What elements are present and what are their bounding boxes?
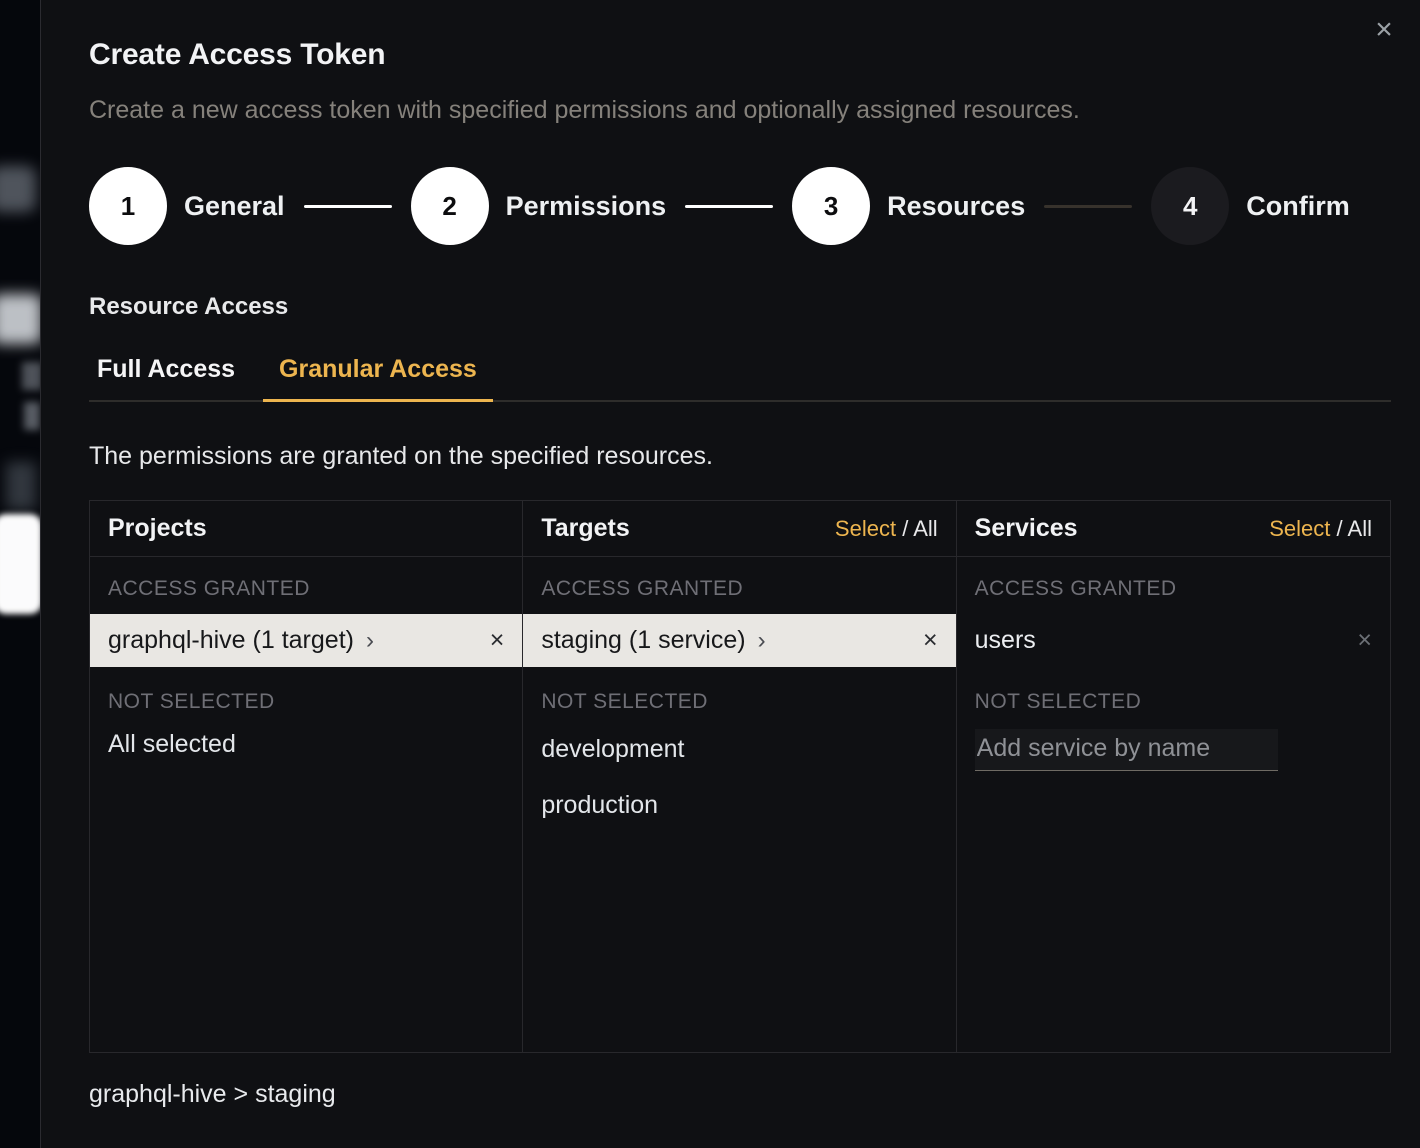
add-service-input[interactable] bbox=[975, 729, 1278, 771]
step-label: Confirm bbox=[1246, 191, 1350, 222]
selected-project-label: graphql-hive (1 target) bbox=[108, 626, 354, 655]
selected-service-label: users bbox=[975, 626, 1036, 655]
step-label: Permissions bbox=[506, 191, 667, 222]
step-permissions[interactable]: 2 Permissions bbox=[411, 167, 667, 245]
create-access-token-modal: × Create Access Token Create a new acces… bbox=[40, 0, 1420, 1148]
step-number-badge: 3 bbox=[792, 167, 870, 245]
selected-target-label: staging (1 service) bbox=[541, 626, 745, 655]
projects-header-label: Projects bbox=[108, 514, 207, 543]
step-general[interactable]: 1 General bbox=[89, 167, 285, 245]
background-blur-blob bbox=[0, 166, 36, 212]
access-tabs: Full Access Granular Access bbox=[89, 355, 1391, 402]
step-number-badge: 2 bbox=[411, 167, 489, 245]
step-label: Resources bbox=[887, 191, 1025, 222]
page-title: Create Access Token bbox=[89, 38, 1392, 72]
targets-select-all[interactable]: Select / All bbox=[835, 516, 938, 542]
permissions-description: The permissions are granted on the speci… bbox=[89, 442, 1392, 471]
access-granted-label: ACCESS GRANTED bbox=[975, 578, 1372, 600]
tab-granular-access[interactable]: Granular Access bbox=[263, 355, 493, 402]
targets-column: Targets Select / All ACCESS GRANTED stag… bbox=[523, 501, 956, 1052]
resource-selection-table: Projects ACCESS GRANTED graphql-hive (1 … bbox=[89, 500, 1391, 1053]
selected-service-row[interactable]: users × bbox=[957, 614, 1390, 667]
services-select-all[interactable]: Select / All bbox=[1269, 516, 1372, 542]
services-column-header: Services Select / All bbox=[957, 501, 1390, 557]
step-label: General bbox=[184, 191, 285, 222]
select-link[interactable]: Select bbox=[1269, 516, 1330, 541]
selected-target-row[interactable]: staging (1 service) › × bbox=[523, 614, 955, 667]
targets-header-label: Targets bbox=[541, 514, 629, 543]
services-column: Services Select / All ACCESS GRANTED use… bbox=[957, 501, 1390, 1052]
selected-project-row[interactable]: graphql-hive (1 target) › × bbox=[90, 614, 522, 667]
step-connector-inactive bbox=[1044, 205, 1132, 208]
access-granted-label: ACCESS GRANTED bbox=[541, 578, 937, 600]
not-selected-label: NOT SELECTED bbox=[541, 691, 937, 713]
remove-service-icon[interactable]: × bbox=[1357, 628, 1372, 653]
not-selected-label: NOT SELECTED bbox=[108, 691, 504, 713]
step-number-badge: 4 bbox=[1151, 167, 1229, 245]
wizard-stepper: 1 General 2 Permissions 3 Resources 4 Co… bbox=[89, 167, 1391, 245]
access-granted-label: ACCESS GRANTED bbox=[108, 578, 504, 600]
background-blur-blob bbox=[24, 402, 40, 430]
not-selected-label: NOT SELECTED bbox=[975, 691, 1372, 713]
all-link[interactable]: / All bbox=[1337, 516, 1372, 541]
background-blur-blob bbox=[22, 362, 40, 390]
select-link[interactable]: Select bbox=[835, 516, 896, 541]
projects-column-header: Projects bbox=[90, 501, 522, 557]
resource-access-heading: Resource Access bbox=[89, 293, 1392, 321]
background-blur-blob bbox=[0, 294, 40, 344]
targets-column-header: Targets Select / All bbox=[523, 501, 955, 557]
all-link[interactable]: / All bbox=[902, 516, 937, 541]
target-item-production[interactable]: production bbox=[541, 777, 937, 833]
services-header-label: Services bbox=[975, 514, 1078, 543]
background-blur-blob bbox=[6, 462, 36, 510]
step-number-badge: 1 bbox=[89, 167, 167, 245]
all-selected-note: All selected bbox=[108, 729, 504, 759]
step-connector bbox=[685, 205, 773, 208]
remove-target-icon[interactable]: × bbox=[923, 628, 938, 653]
background-blur-button bbox=[0, 514, 40, 614]
close-icon[interactable]: × bbox=[1366, 12, 1402, 48]
remove-project-icon[interactable]: × bbox=[490, 628, 505, 653]
step-connector bbox=[304, 205, 392, 208]
breadcrumb: graphql-hive > staging bbox=[89, 1080, 1392, 1109]
background-page-strip bbox=[0, 0, 40, 1148]
step-resources[interactable]: 3 Resources bbox=[792, 167, 1025, 245]
modal-subtitle: Create a new access token with specified… bbox=[89, 96, 1392, 125]
chevron-right-icon: › bbox=[758, 627, 766, 655]
unselected-targets-list: development production bbox=[523, 721, 955, 833]
projects-column: Projects ACCESS GRANTED graphql-hive (1 … bbox=[90, 501, 523, 1052]
tab-full-access[interactable]: Full Access bbox=[89, 355, 249, 402]
step-confirm[interactable]: 4 Confirm bbox=[1151, 167, 1350, 245]
target-item-development[interactable]: development bbox=[541, 721, 937, 777]
chevron-right-icon: › bbox=[366, 627, 374, 655]
